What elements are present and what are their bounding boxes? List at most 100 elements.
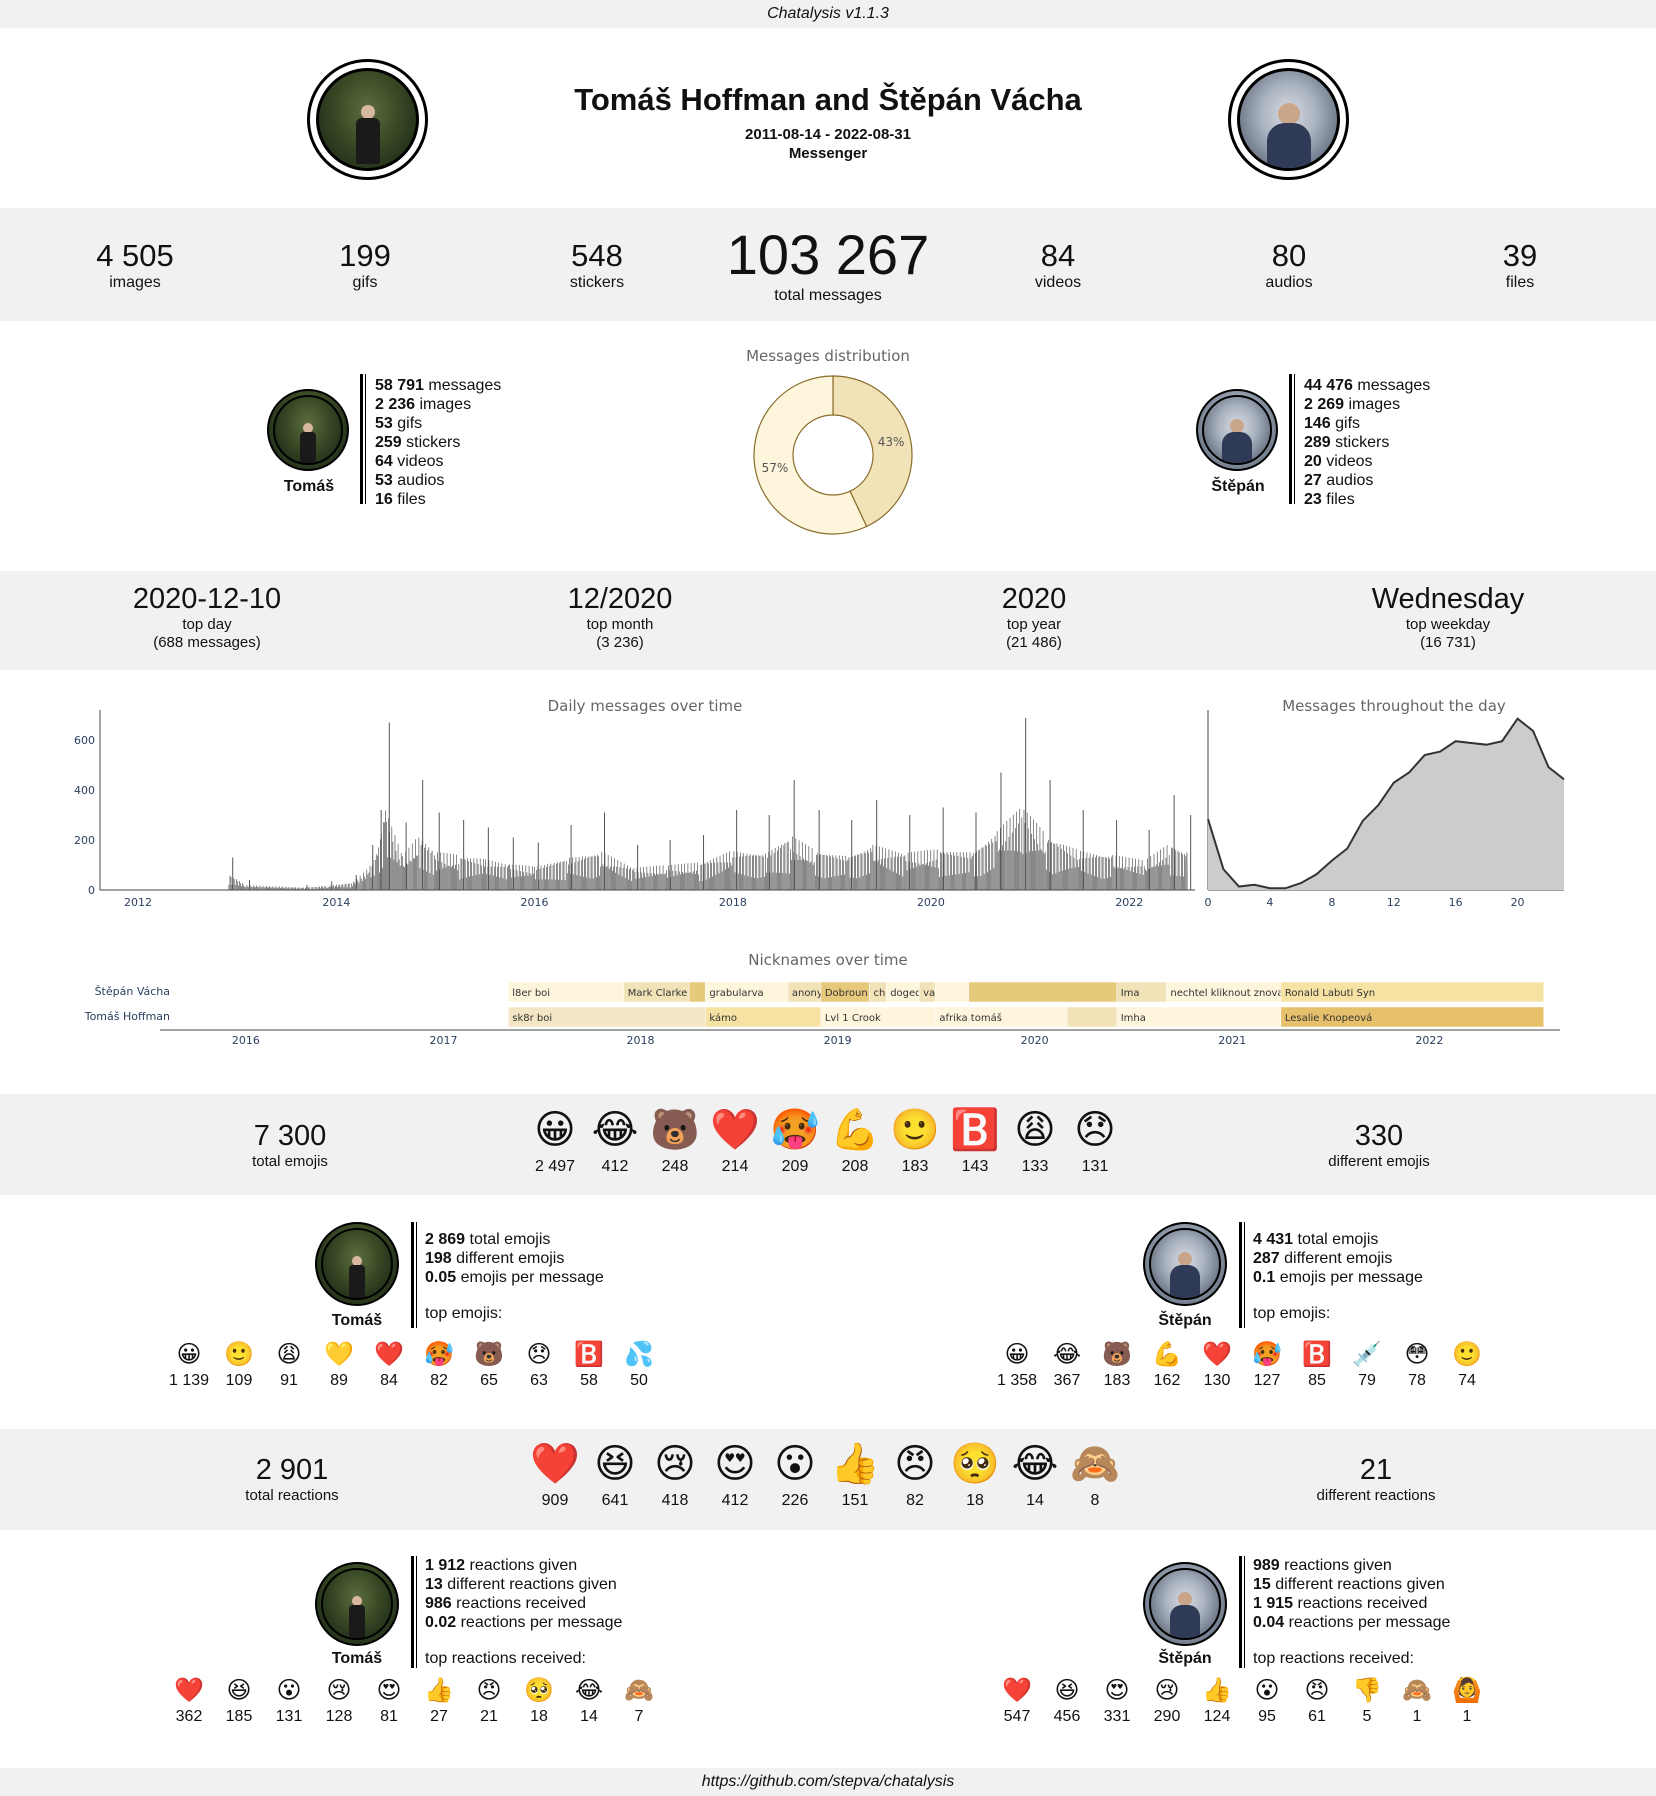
emoji-count: 14	[1026, 1492, 1044, 1509]
person-name: Tomáš	[283, 478, 335, 495]
x-tick-label: 8	[1328, 896, 1335, 909]
nickname-segment	[1066, 1006, 1117, 1028]
emoji-item: 😂 14	[1007, 1444, 1063, 1510]
stat-line: 64 videos	[375, 453, 444, 470]
different-emojis: 330 different emojis	[1328, 1120, 1430, 1170]
emoji-count: 248	[661, 1158, 689, 1175]
person-name: Štěpán	[1211, 478, 1265, 495]
emoji-item: 👎 5	[1339, 1678, 1395, 1726]
stat-line: 1 912 reactions given	[425, 1557, 578, 1574]
timeline-row-label: Štěpán Vácha	[95, 985, 170, 998]
emoji-icon: 🙈	[1070, 1441, 1120, 1487]
top-reactions-label: top reactions received:	[425, 1650, 586, 1667]
stat-line: 2 236 images	[375, 396, 472, 413]
reaction-stats-list: 989 reactions given 15 different reaction…	[1253, 1556, 1450, 1632]
stat-total-messages: 103 267 total messages	[726, 223, 930, 304]
pie-label: 43%	[878, 435, 905, 449]
emoji-count: 131	[275, 1708, 303, 1725]
emoji-icon: 🥵	[1252, 1340, 1282, 1368]
stat-images: 4 505 images	[96, 238, 174, 291]
emoji-item: 😢 290	[1139, 1678, 1195, 1726]
emoji-item: 😞 131	[1067, 1110, 1123, 1176]
date-range: 2011-08-14 - 2022-08-31	[745, 126, 911, 143]
emoji-icon: 😠	[476, 1676, 502, 1704]
emoji-count: 214	[721, 1158, 749, 1175]
messages-distribution-chart: 43% 57%	[753, 375, 913, 535]
nickname-label: Dobroun	[825, 988, 868, 999]
emoji-icon: 🙂	[224, 1340, 254, 1368]
emoji-count: 127	[1253, 1372, 1281, 1389]
top-month: 12/2020 top month (3 236)	[567, 583, 673, 651]
y-tick-label: 200	[74, 834, 95, 847]
divider	[411, 1222, 417, 1328]
total-emojis: 7 300 total emojis	[252, 1120, 328, 1170]
emoji-icon: 😮	[1254, 1676, 1280, 1704]
emoji-item: 😆 456	[1039, 1678, 1095, 1726]
distribution-chart-title: Messages distribution	[746, 347, 910, 365]
app-version-bar: Chatalysis v1.1.3	[0, 0, 1656, 28]
top-reactions-label: top reactions received:	[1253, 1650, 1414, 1667]
emoji-icon: 🙈	[624, 1676, 654, 1704]
emoji-icon: 😩	[276, 1340, 302, 1368]
nickname-label: Imha	[1121, 1013, 1146, 1024]
divider	[1239, 1222, 1245, 1328]
emoji-icon: 💉	[1352, 1340, 1382, 1368]
stat-line: 259 stickers	[375, 434, 461, 451]
stat-line: 23 files	[1304, 491, 1355, 508]
emoji-count: 547	[1003, 1708, 1031, 1725]
emoji-count: 418	[661, 1492, 689, 1509]
emoji-icon: 🙆	[1452, 1676, 1482, 1704]
nickname-label: Lvl 1 Crook	[825, 1013, 881, 1024]
github-link[interactable]: https://github.com/stepva/chatalysis	[702, 1773, 955, 1790]
stat-line: 20 videos	[1304, 453, 1373, 470]
stat-line: 0.04 reactions per message	[1253, 1614, 1451, 1631]
person-name: Tomáš	[331, 1650, 383, 1667]
x-tick-label: 2022	[1115, 896, 1143, 909]
emoji-icon: 😆	[1054, 1676, 1080, 1704]
emoji-item: 🙂 74	[1439, 1342, 1495, 1390]
emoji-count: 21	[480, 1708, 498, 1725]
emoji-item: ❤️ 214	[707, 1110, 763, 1176]
stat-line: 2 269 images	[1304, 396, 1401, 413]
stat-line: 53 audios	[375, 472, 445, 489]
person-name: Štěpán	[1158, 1312, 1212, 1329]
emoji-item: 😢 418	[647, 1444, 703, 1510]
emoji-item: 🙂 183	[887, 1110, 943, 1176]
pie-label: 57%	[762, 461, 789, 475]
stat-line: 27 audios	[1304, 472, 1374, 489]
emoji-count: 128	[325, 1708, 353, 1725]
divider	[1289, 374, 1295, 504]
emoji-item: 🅱️ 85	[1289, 1342, 1345, 1390]
top-year: 2020 top year (21 486)	[1001, 583, 1067, 651]
emoji-icon: 😍	[714, 1441, 756, 1487]
emoji-count: 18	[966, 1492, 984, 1509]
emoji-item: 😀 1 358	[989, 1342, 1045, 1390]
emoji-icon: 🥵	[424, 1340, 454, 1368]
hourly-area	[1208, 718, 1564, 890]
emoji-item: 🐻 183	[1089, 1342, 1145, 1390]
emoji-item: 😩 133	[1007, 1110, 1063, 1176]
emoji-icon: 😩	[1014, 1107, 1056, 1153]
emoji-count: 290	[1153, 1708, 1181, 1725]
emoji-icon: ❤️	[530, 1441, 580, 1487]
emoji-item: 🐻 65	[461, 1342, 517, 1390]
nickname-label: grabularva	[709, 988, 763, 999]
emoji-icon: 😆	[594, 1441, 636, 1487]
emoji-icon: ❤️	[1002, 1676, 1032, 1704]
emoji-item: 😠 21	[461, 1678, 517, 1726]
emoji-icon: 😍	[376, 1676, 402, 1704]
nickname-label: Ima	[1121, 988, 1140, 999]
emoji-item: 👍 151	[827, 1444, 883, 1510]
stepan-emoji-card: Štěpán 4 431 total emojis 287 different e…	[1139, 1220, 1499, 1330]
y-tick-label: 0	[88, 884, 95, 897]
stat-line: 1 915 reactions received	[1253, 1595, 1428, 1612]
emoji-item: 🅱️ 143	[947, 1110, 1003, 1176]
emoji-icon: 💦	[624, 1340, 654, 1368]
divider	[360, 374, 366, 504]
emoji-count: 1 139	[168, 1372, 210, 1389]
nickname-label: Mark Clarke	[628, 988, 687, 999]
x-tick-label: 20	[1511, 896, 1525, 909]
stepan-message-card: Štěpán 44 476 messages 2 269 images 146 gi…	[1193, 372, 1453, 522]
emoji-count: 133	[1021, 1158, 1049, 1175]
nicknames-chart-title: Nicknames over time	[748, 951, 908, 969]
